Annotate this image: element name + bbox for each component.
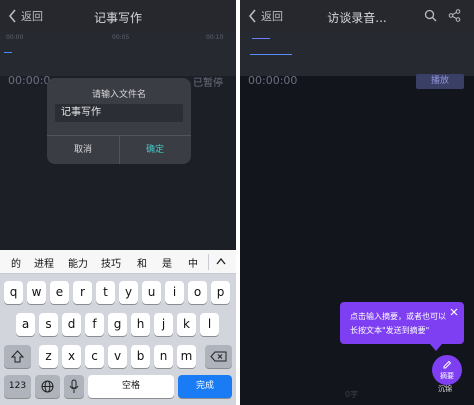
left-screen: 返回 记事写作 00:00 00:05 00:10 00:00:0 已暂停 请输…	[0, 0, 236, 405]
key-e[interactable]: e	[50, 281, 69, 304]
cancel-button[interactable]: 取消	[47, 136, 119, 164]
divider	[208, 254, 209, 270]
key-q[interactable]: q	[4, 281, 23, 304]
key-a[interactable]: a	[16, 313, 35, 336]
candidate[interactable]: 的	[11, 255, 21, 270]
backspace-key[interactable]	[205, 345, 232, 368]
key-y[interactable]: y	[119, 281, 138, 304]
waveform[interactable]: 00:00 00:05 00:10	[0, 32, 236, 76]
key-f[interactable]: f	[85, 313, 104, 336]
waveform-signal	[250, 54, 292, 55]
microphone-icon	[69, 379, 79, 393]
key-l[interactable]: l	[200, 313, 219, 336]
key-t[interactable]: t	[96, 281, 115, 304]
key-m[interactable]: m	[177, 345, 196, 368]
search-icon[interactable]	[424, 9, 437, 22]
key-b[interactable]: b	[131, 345, 150, 368]
candidate[interactable]: 进程	[34, 255, 54, 270]
key-k[interactable]: k	[177, 313, 196, 336]
keyboard: 的 进程 能力 技巧 和 是 中 q w e r t y u i o p a s…	[0, 250, 236, 405]
rename-dialog: 请输入文件名 记事写作 取消 确定	[47, 78, 191, 164]
key-x[interactable]: x	[62, 345, 81, 368]
candidate[interactable]: 是	[162, 255, 172, 270]
nav-bar: 返回 记事写作	[0, 0, 236, 32]
shift-icon	[11, 350, 24, 363]
summary-button[interactable]: 摘要	[432, 355, 462, 385]
key-z[interactable]: z	[39, 345, 58, 368]
play-button[interactable]: 播放	[416, 74, 464, 89]
key-i[interactable]: i	[165, 281, 184, 304]
key-n[interactable]: n	[154, 345, 173, 368]
key-r[interactable]: r	[73, 281, 92, 304]
tooltip-text: 点击输入摘要，或者也可以长按文本"发送到摘要"	[350, 312, 446, 335]
key-g[interactable]: g	[108, 313, 127, 336]
page-title: 记事写作	[93, 11, 142, 25]
key-o[interactable]: o	[188, 281, 207, 304]
backspace-icon	[210, 351, 227, 362]
summary-tooltip: 点击输入摘要，或者也可以长按文本"发送到摘要"	[340, 302, 464, 344]
key-u[interactable]: u	[142, 281, 161, 304]
filename-input[interactable]: 记事写作	[55, 104, 183, 122]
close-icon[interactable]	[450, 308, 458, 316]
key-s[interactable]: s	[39, 313, 58, 336]
shift-key[interactable]	[4, 345, 31, 368]
key-j[interactable]: j	[154, 313, 173, 336]
tooltip-arrow	[430, 344, 442, 351]
candidate[interactable]: 中	[188, 255, 198, 270]
key-d[interactable]: d	[62, 313, 81, 336]
page-title: 访谈录音...	[327, 11, 387, 25]
globe-key[interactable]	[35, 375, 60, 398]
microphone-key[interactable]	[64, 375, 84, 398]
key-h[interactable]: h	[131, 313, 150, 336]
waveform-signal	[4, 52, 12, 53]
pencil-icon	[443, 360, 452, 369]
confirm-button[interactable]: 确定	[119, 136, 191, 164]
watermark: 沉锦	[438, 385, 452, 393]
timestamp: 00:00:00	[248, 74, 298, 87]
summary-label: 摘要	[440, 372, 454, 380]
numbers-key[interactable]: 123	[4, 375, 31, 398]
candidate[interactable]: 和	[137, 255, 147, 270]
waveform[interactable]	[240, 32, 474, 76]
chevron-up-icon[interactable]	[216, 258, 226, 265]
word-count: 0字	[345, 390, 359, 399]
space-key[interactable]: 空格	[88, 375, 174, 398]
done-key[interactable]: 完成	[178, 375, 232, 398]
candidate-bar: 的 进程 能力 技巧 和 是 中	[0, 250, 236, 274]
tick-label: 00:05	[112, 34, 130, 41]
candidate[interactable]: 能力	[68, 255, 88, 270]
candidate[interactable]: 技巧	[101, 255, 121, 270]
nav-bar: 返回 访谈录音...	[240, 0, 474, 32]
key-p[interactable]: p	[211, 281, 230, 304]
dialog-title: 请输入文件名	[91, 90, 146, 100]
waveform-signal	[252, 38, 270, 39]
key-c[interactable]: c	[85, 345, 104, 368]
key-w[interactable]: w	[27, 281, 46, 304]
tick-label: 00:00	[6, 34, 24, 41]
key-v[interactable]: v	[108, 345, 127, 368]
tick-label: 00:10	[206, 34, 224, 41]
timestamp: 00:00:0	[8, 74, 51, 87]
globe-icon	[41, 380, 54, 393]
share-icon[interactable]	[448, 9, 461, 22]
status-label: 已暂停	[193, 78, 223, 89]
